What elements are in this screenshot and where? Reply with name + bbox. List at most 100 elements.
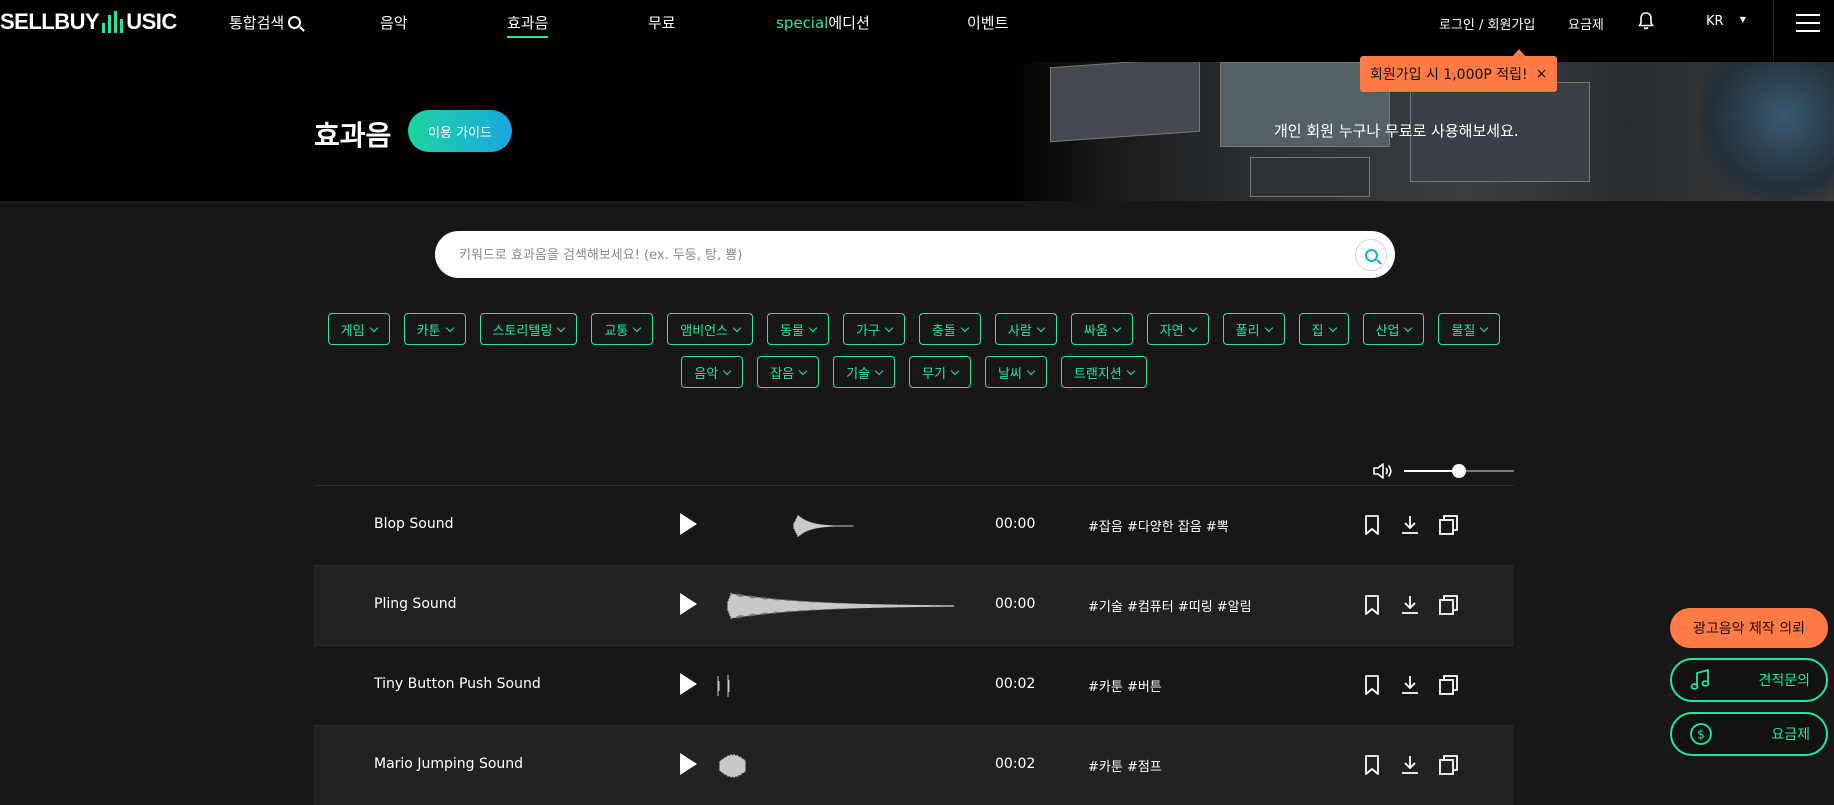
category-tag[interactable]: 무기 xyxy=(909,356,971,388)
nav-event[interactable]: 이벤트 xyxy=(967,12,1008,33)
pricing-link[interactable]: 요금제 xyxy=(1568,14,1604,33)
track-row[interactable]: Pling Sound 00:00 #기술 #컴퓨터 #띠링 #알림 xyxy=(314,565,1514,645)
category-tag-label: 싸움 xyxy=(1083,323,1108,339)
chevron-down-icon xyxy=(445,323,454,332)
copy-icon[interactable] xyxy=(1437,594,1459,616)
search-button[interactable] xyxy=(1355,239,1387,271)
download-icon[interactable] xyxy=(1399,674,1421,696)
pricing-floating-button[interactable]: $ 요금제 xyxy=(1670,712,1828,756)
chevron-down-icon xyxy=(950,366,960,375)
track-actions xyxy=(1361,514,1459,536)
bookmark-icon[interactable] xyxy=(1361,674,1383,696)
download-icon[interactable] xyxy=(1399,594,1421,616)
waveform[interactable] xyxy=(714,666,954,706)
category-tag[interactable]: 물질 xyxy=(1438,313,1501,345)
bookmark-icon[interactable] xyxy=(1361,754,1383,776)
volume-slider[interactable] xyxy=(1404,464,1514,478)
track-row[interactable]: Tiny Button Push Sound 00:02 #카툰 #버튼 xyxy=(314,645,1514,725)
close-icon[interactable]: × xyxy=(1536,66,1548,82)
download-icon[interactable] xyxy=(1399,514,1421,536)
nav-edition-label: 에디션 xyxy=(828,14,870,32)
nav-sound-effects[interactable]: 효과음 xyxy=(507,12,549,38)
chevron-down-icon xyxy=(369,323,378,332)
speaker-icon[interactable] xyxy=(1372,460,1394,482)
copy-icon[interactable] xyxy=(1437,514,1459,536)
chevron-down-icon xyxy=(1036,323,1046,332)
category-tag[interactable]: 음악 xyxy=(681,356,744,388)
login-signup-link[interactable]: 로그인 / 회원가입 xyxy=(1439,14,1535,33)
category-tag[interactable]: 트랜지션 xyxy=(1060,356,1147,388)
category-tag-label: 집 xyxy=(1311,323,1324,339)
category-tag-label: 앰비언스 xyxy=(680,323,729,339)
bookmark-icon[interactable] xyxy=(1361,514,1383,536)
play-icon[interactable] xyxy=(680,593,697,615)
chevron-down-icon xyxy=(632,323,642,332)
category-tag[interactable]: 기술 xyxy=(833,356,896,388)
quote-inquiry-button[interactable]: 견적문의 xyxy=(1670,658,1828,702)
category-tag[interactable]: 스토리텔링 xyxy=(479,313,578,345)
download-icon[interactable] xyxy=(1399,754,1421,776)
category-tag[interactable]: 동물 xyxy=(767,313,829,345)
nav-free[interactable]: 무료 xyxy=(648,12,676,33)
category-tag[interactable]: 날씨 xyxy=(984,356,1047,388)
category-tag[interactable]: 가구 xyxy=(843,313,905,345)
nav-integrated-search[interactable]: 통합검색 xyxy=(229,12,302,33)
category-tag[interactable]: 자연 xyxy=(1146,313,1209,345)
track-row[interactable]: Blop Sound 00:00 #잡음 #다양한 잡음 #뽁 xyxy=(314,485,1514,565)
category-tag-label: 잡음 xyxy=(770,366,795,382)
music-note-icon xyxy=(1690,668,1710,690)
category-tag-label: 자연 xyxy=(1159,323,1184,339)
nav-special-edition[interactable]: special에디션 xyxy=(776,12,870,33)
chevron-down-icon xyxy=(1026,366,1036,375)
nav-music[interactable]: 음악 xyxy=(380,12,408,33)
track-hashtags[interactable]: #잡음 #다양한 잡음 #뽁 xyxy=(1088,516,1229,535)
page-title: 효과음 xyxy=(314,119,392,152)
track-duration: 00:00 xyxy=(995,516,1036,532)
track-name: Tiny Button Push Sound xyxy=(374,676,541,692)
usage-guide-button[interactable]: 이용 가이드 xyxy=(408,110,512,152)
waveform[interactable] xyxy=(714,506,954,546)
chevron-down-icon xyxy=(960,323,970,332)
track-row[interactable]: Mario Jumping Sound 00:02 #카툰 #점프 xyxy=(314,725,1514,805)
ad-music-request-button[interactable]: 광고음악 제작 의뢰 xyxy=(1670,608,1828,648)
sound-effect-list: Blop Sound 00:00 #잡음 #다양한 잡음 #뽁 Pling Sound… xyxy=(314,485,1514,805)
category-tag[interactable]: 교통 xyxy=(591,313,654,345)
waveform[interactable] xyxy=(714,746,954,786)
track-duration: 00:00 xyxy=(995,596,1036,612)
copy-icon[interactable] xyxy=(1437,754,1459,776)
hero-subtitle: 개인 회원 누구나 무료로 사용해보세요. xyxy=(1274,122,1519,140)
play-icon[interactable] xyxy=(680,513,697,535)
bookmark-icon[interactable] xyxy=(1361,594,1383,616)
category-tag[interactable]: 싸움 xyxy=(1070,313,1133,345)
category-tag[interactable]: 충돌 xyxy=(918,313,981,345)
category-tag[interactable]: 게임 xyxy=(327,313,390,345)
play-icon[interactable] xyxy=(680,753,697,775)
category-tag[interactable]: 집 xyxy=(1298,313,1349,345)
track-hashtags[interactable]: #카툰 #버튼 xyxy=(1088,676,1162,695)
category-tag-label: 날씨 xyxy=(997,366,1022,382)
play-icon[interactable] xyxy=(680,673,697,695)
track-hashtags[interactable]: #카툰 #점프 xyxy=(1088,756,1162,775)
category-tag[interactable]: 사람 xyxy=(994,313,1057,345)
volume-control[interactable] xyxy=(1372,460,1516,482)
chevron-down-icon xyxy=(1264,323,1273,332)
category-tag[interactable]: 앰비언스 xyxy=(667,313,754,345)
track-name: Blop Sound xyxy=(374,516,454,532)
language-label: KR xyxy=(1706,14,1724,29)
category-tag[interactable]: 잡음 xyxy=(757,356,820,388)
category-tag-label: 가구 xyxy=(856,323,880,339)
copy-icon[interactable] xyxy=(1437,674,1459,696)
category-tag-label: 음악 xyxy=(694,366,719,382)
waveform[interactable] xyxy=(714,586,958,626)
category-tag[interactable]: 카툰 xyxy=(403,313,466,345)
bell-icon[interactable] xyxy=(1638,12,1654,30)
language-selector[interactable]: KR ▼ xyxy=(1706,14,1746,29)
hamburger-menu-icon[interactable] xyxy=(1796,14,1820,32)
category-tag[interactable]: 산업 xyxy=(1362,313,1425,345)
track-hashtags[interactable]: #기술 #컴퓨터 #띠링 #알림 xyxy=(1088,596,1252,615)
search-input[interactable] xyxy=(459,243,1319,267)
site-logo[interactable]: SELLBUY USIC xyxy=(0,9,177,34)
category-tag-label: 스토리텔링 xyxy=(492,323,553,339)
category-tag[interactable]: 폴리 xyxy=(1222,313,1285,345)
volume-slider-handle[interactable] xyxy=(1452,464,1466,478)
